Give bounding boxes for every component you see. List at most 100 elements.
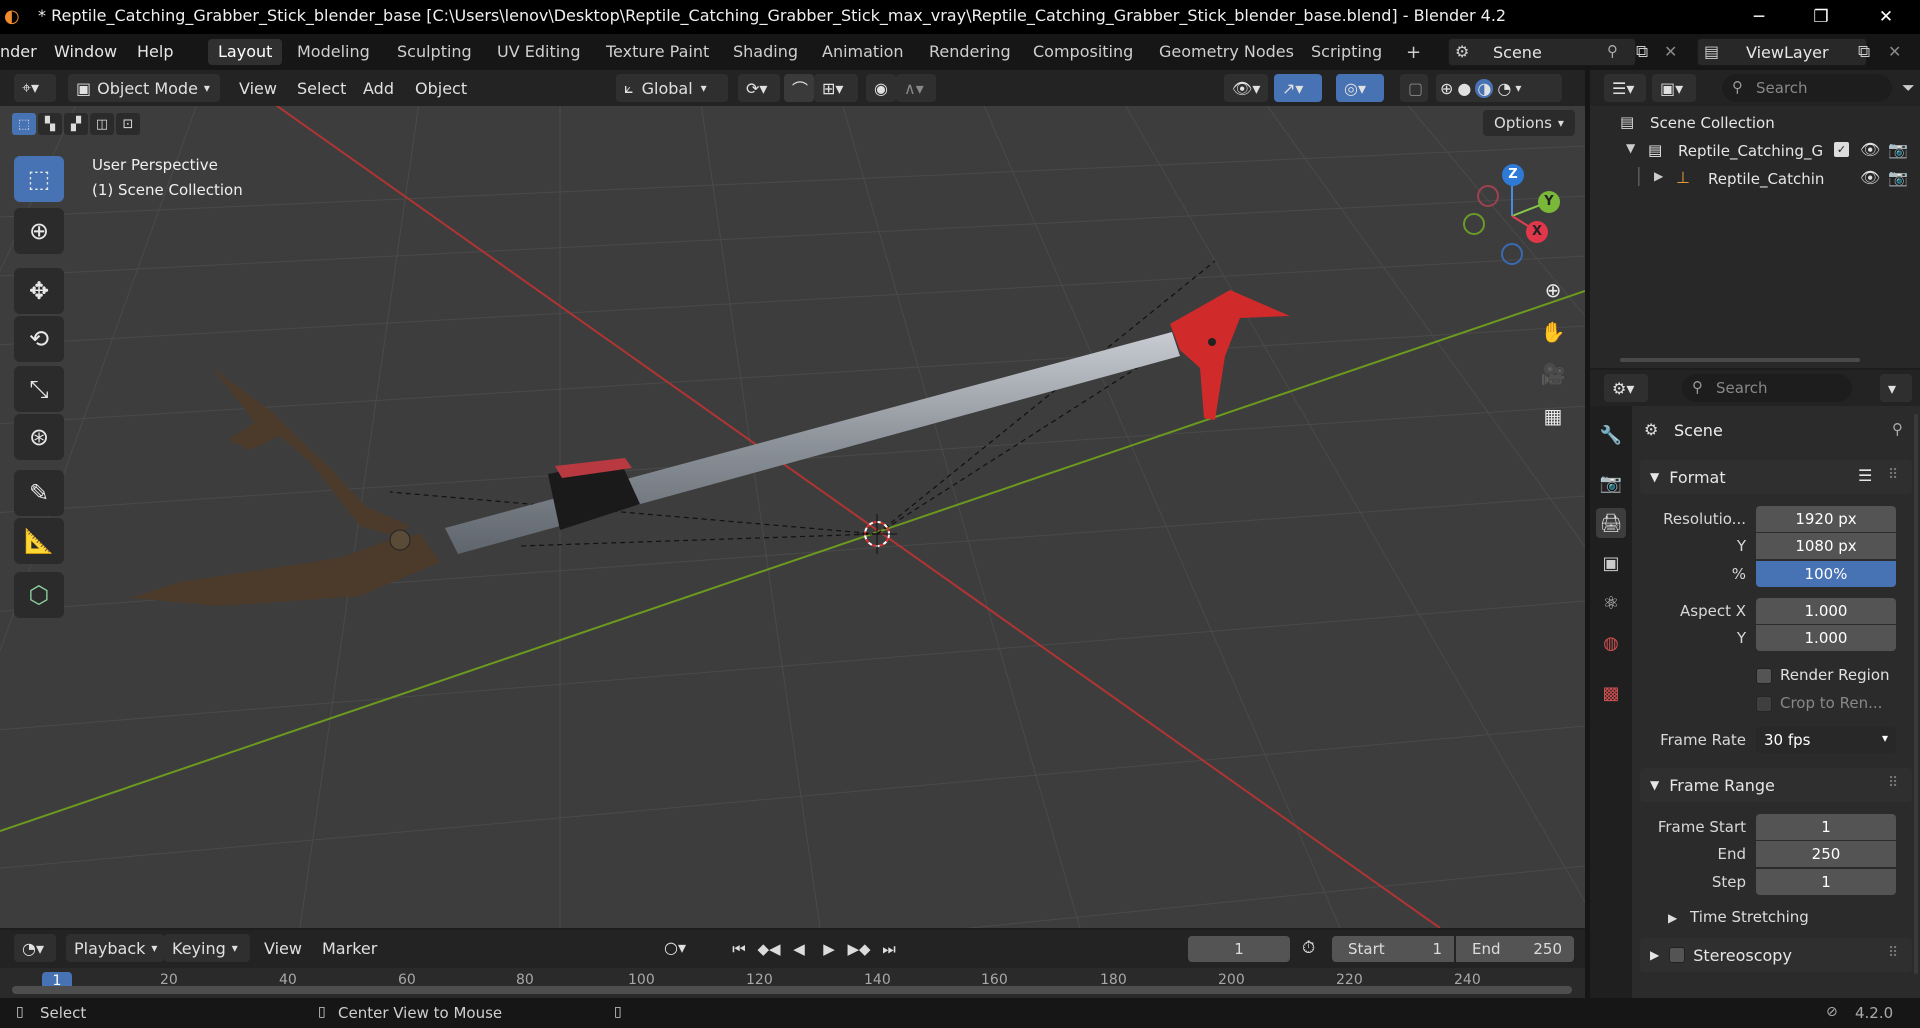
chevron-down-icon[interactable]: ▼ xyxy=(1626,141,1635,155)
rendered-shading-icon[interactable]: ◔ xyxy=(1497,79,1511,98)
delete-view-layer-icon[interactable]: ✕ xyxy=(1888,42,1901,61)
navigation-gizmo[interactable] xyxy=(1463,176,1549,265)
select-subtract-icon[interactable]: ▞ xyxy=(64,113,88,135)
texture-tab-icon[interactable]: ▩ xyxy=(1596,678,1626,708)
gizmo-toggle-icon[interactable]: ↗▾ xyxy=(1274,74,1322,102)
aspect-x-field[interactable]: 1.000 xyxy=(1756,598,1896,624)
timeline-view-menu[interactable]: View xyxy=(264,939,302,958)
chevron-right-icon[interactable]: ▶ xyxy=(1654,169,1663,183)
view-layer-tab-icon[interactable]: ▣ xyxy=(1596,548,1626,578)
mode-selector[interactable]: ▣ Object Mode ▾ xyxy=(68,74,220,102)
view-layer-selector[interactable]: ▤ ViewLayer xyxy=(1697,38,1867,66)
properties-scrollbar[interactable] xyxy=(1914,414,1918,974)
frame-end-field[interactable]: 250 xyxy=(1756,841,1896,867)
transform-tool-icon[interactable]: ⊛ xyxy=(14,414,64,460)
select-invert-icon[interactable]: ◫ xyxy=(90,113,114,135)
proportional-edit-icon[interactable]: ◉ xyxy=(866,74,896,102)
tab-animation[interactable]: Animation xyxy=(812,39,914,65)
crop-checkbox[interactable] xyxy=(1756,696,1772,712)
minimize-button[interactable]: ─ xyxy=(1728,0,1790,34)
properties-search-field[interactable]: ⚲ Search xyxy=(1682,374,1852,402)
play-icon[interactable]: ▶ xyxy=(814,940,844,958)
frame-rate-dropdown[interactable]: 30 fps ▾ xyxy=(1756,727,1896,753)
jump-end-icon[interactable]: ⏭ xyxy=(874,940,904,958)
measure-tool-icon[interactable]: 📐 xyxy=(14,518,64,564)
move-tool-icon[interactable]: ✥ xyxy=(14,268,64,314)
tab-sculpting[interactable]: Sculpting xyxy=(387,39,482,65)
resolution-percent-field[interactable]: 100% xyxy=(1756,561,1896,587)
cursor-tool-icon[interactable]: ⊕ xyxy=(14,208,64,254)
zoom-icon[interactable]: ⊕ xyxy=(1535,272,1571,308)
scene-selector[interactable]: ⚙ Scene ⚲ xyxy=(1448,38,1636,66)
drag-handle-icon[interactable]: ⠿ xyxy=(1888,467,1898,483)
gizmo-x-axis[interactable]: X xyxy=(1526,221,1548,243)
stereoscopy-checkbox[interactable] xyxy=(1669,947,1686,963)
next-keyframe-icon[interactable]: ▶◆ xyxy=(844,940,874,958)
resolution-x-field[interactable]: 1920 px xyxy=(1756,506,1896,532)
timeline-marker-menu[interactable]: Marker xyxy=(322,939,377,958)
frame-range-panel-header[interactable]: ▼ Frame Range ⠿ xyxy=(1640,768,1912,802)
menu-select[interactable]: Select xyxy=(297,79,346,98)
scene-tab-icon[interactable]: ⚛ xyxy=(1596,588,1626,618)
frame-start-field[interactable]: 1 xyxy=(1756,814,1896,840)
auto-key-icon[interactable]: ○▾ xyxy=(664,938,686,957)
end-frame-field[interactable]: End 250 xyxy=(1456,936,1574,962)
stereoscopy-panel-header[interactable]: ▶ Stereoscopy ⠿ xyxy=(1640,938,1912,972)
chevron-down-icon[interactable]: ▾ xyxy=(1880,374,1912,402)
tab-shading[interactable]: Shading xyxy=(723,39,808,65)
start-frame-field[interactable]: Start 1 xyxy=(1332,936,1454,962)
wireframe-shading-icon[interactable]: ⊕ xyxy=(1440,79,1453,98)
drag-handle-icon[interactable]: ⠿ xyxy=(1888,775,1898,791)
delete-scene-icon[interactable]: ✕ xyxy=(1664,42,1677,61)
prev-keyframe-icon[interactable]: ◆◀ xyxy=(754,940,784,958)
select-box-tool-icon[interactable]: ⬚ xyxy=(14,156,64,202)
playback-menu[interactable]: Playback ▾ xyxy=(66,934,164,962)
3d-viewport[interactable]: Z Y X User Perspective (1) Scene Collect… xyxy=(0,106,1585,928)
tab-scripting[interactable]: Scripting xyxy=(1301,39,1392,65)
xray-icon[interactable]: ▢ xyxy=(1400,74,1428,102)
new-scene-icon[interactable]: ⧉ xyxy=(1636,42,1648,62)
properties-editor-icon[interactable]: ⚙▾ xyxy=(1604,374,1648,402)
snap-icon[interactable]: ⌒ xyxy=(784,74,814,102)
tab-compositing[interactable]: Compositing xyxy=(1023,39,1143,65)
orientation-selector[interactable]: ⟀ Global ▾ xyxy=(616,74,728,102)
menu-view[interactable]: View xyxy=(239,79,277,98)
tab-texture-paint[interactable]: Texture Paint xyxy=(596,39,719,65)
add-workspace-button[interactable]: + xyxy=(1396,39,1431,65)
resolution-y-field[interactable]: 1080 px xyxy=(1756,533,1896,559)
visibility-icon[interactable]: 👁▾ xyxy=(1224,74,1268,102)
world-tab-icon[interactable]: ◍ xyxy=(1596,628,1626,658)
chevron-down-icon[interactable]: ▾ xyxy=(1515,81,1521,95)
tool-tab-icon[interactable]: 🔧 xyxy=(1596,420,1626,450)
play-reverse-icon[interactable]: ◀ xyxy=(784,940,814,958)
current-frame-field[interactable]: 1 xyxy=(1188,936,1290,962)
pan-hand-icon[interactable]: ✋ xyxy=(1535,314,1571,350)
outliner-editor-icon[interactable]: ☰▾ xyxy=(1604,74,1646,102)
perspective-toggle-icon[interactable]: ▦ xyxy=(1535,398,1571,434)
tab-rendering[interactable]: Rendering xyxy=(919,39,1021,65)
outliner-scene-collection[interactable]: ▤ Scene Collection xyxy=(1590,109,1920,137)
menu-window[interactable]: Window xyxy=(54,42,117,61)
falloff-icon[interactable]: ∧▾ xyxy=(896,74,936,102)
keying-menu[interactable]: Keying ▾ xyxy=(164,934,250,962)
frame-step-field[interactable]: 1 xyxy=(1756,869,1896,895)
exclude-checkbox-icon[interactable]: ✓ xyxy=(1834,142,1849,157)
gizmo-z-axis[interactable]: Z xyxy=(1502,164,1524,186)
outliner-search-field[interactable]: ⚲ Search xyxy=(1722,74,1892,102)
timeline-scrollbar[interactable] xyxy=(12,986,1572,994)
scrollbar-thumb[interactable] xyxy=(12,986,1572,994)
eye-icon[interactable]: 👁 xyxy=(1860,140,1880,159)
close-button[interactable]: ✕ xyxy=(1855,0,1917,34)
pivot-icon[interactable]: ⟳▾ xyxy=(738,74,780,102)
format-panel-header[interactable]: ▼ Format ☰ ⠿ xyxy=(1640,460,1912,494)
shading-modes[interactable]: ⊕ ● ◑ ◔ ▾ xyxy=(1436,74,1562,102)
output-tab-icon[interactable]: 🖨 xyxy=(1596,508,1626,538)
outliner-collection-row[interactable]: ▼ ▤ Reptile_Catching_G ✓ 👁 📷 xyxy=(1590,137,1920,165)
editor-type-icon[interactable]: ⌖▾ xyxy=(14,74,56,102)
presets-icon[interactable]: ☰ xyxy=(1858,466,1872,485)
timeline-ruler[interactable]: 1 20 40 60 80 100 120 140 160 180 200 22… xyxy=(0,968,1585,998)
scale-tool-icon[interactable]: ⤡ xyxy=(14,366,64,412)
tab-uv-editing[interactable]: UV Editing xyxy=(487,39,590,65)
drag-handle-icon[interactable]: ⠿ xyxy=(1888,945,1898,961)
menu-add[interactable]: Add xyxy=(363,79,394,98)
